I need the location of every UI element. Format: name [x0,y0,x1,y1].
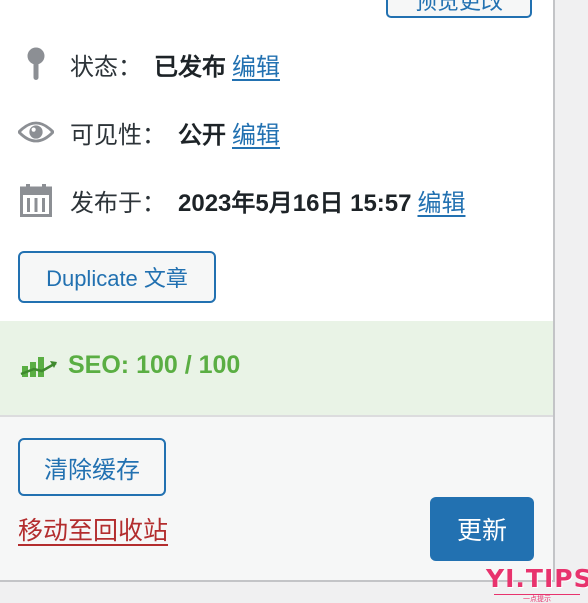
published-on-value: 2023年5月16日 15:57 [178,189,412,217]
status-label: 状态： [70,53,142,81]
watermark-main-text: YI.TIPS [486,564,588,593]
published-on-edit-link[interactable]: 编辑 [417,183,465,218]
seo-chart-icon [20,354,58,378]
status-row: 状态： 已发布 编辑 [18,44,280,84]
update-button[interactable]: 更新 [430,497,534,561]
seo-score-section: SEO: 100 / 100 [0,321,553,417]
duplicate-post-button[interactable]: Duplicate 文章 [18,251,216,303]
preview-changes-button[interactable]: 预览更改 [386,0,532,18]
publish-panel: 预览更改 状态： 已发布 编辑 可见性： 公开 编辑 发布于： 2023年5月1… [0,0,555,582]
eye-icon [18,119,54,145]
visibility-value: 公开 [178,121,226,149]
calendar-icon [18,183,54,217]
major-publishing-actions: 清除缓存 移动至回收站 更新 [0,417,553,580]
clear-cache-button[interactable]: 清除缓存 [18,438,166,496]
move-to-trash-link[interactable]: 移动至回收站 [18,511,168,547]
status-value: 已发布 [154,53,226,81]
seo-score-text: SEO: 100 / 100 [68,351,241,379]
visibility-label: 可见性： [70,121,166,149]
visibility-row: 可见性： 公开 编辑 [18,112,280,152]
published-on-row: 发布于： 2023年5月16日 15:57 编辑 [18,180,465,220]
watermark-logo: YI.TIPS 一点提示 [486,564,588,603]
published-on-label: 发布于： [70,189,166,217]
visibility-edit-link[interactable]: 编辑 [232,115,280,150]
status-edit-link[interactable]: 编辑 [232,47,280,82]
seo-score[interactable]: SEO: 100 / 100 [20,351,240,380]
pin-icon [18,47,54,81]
